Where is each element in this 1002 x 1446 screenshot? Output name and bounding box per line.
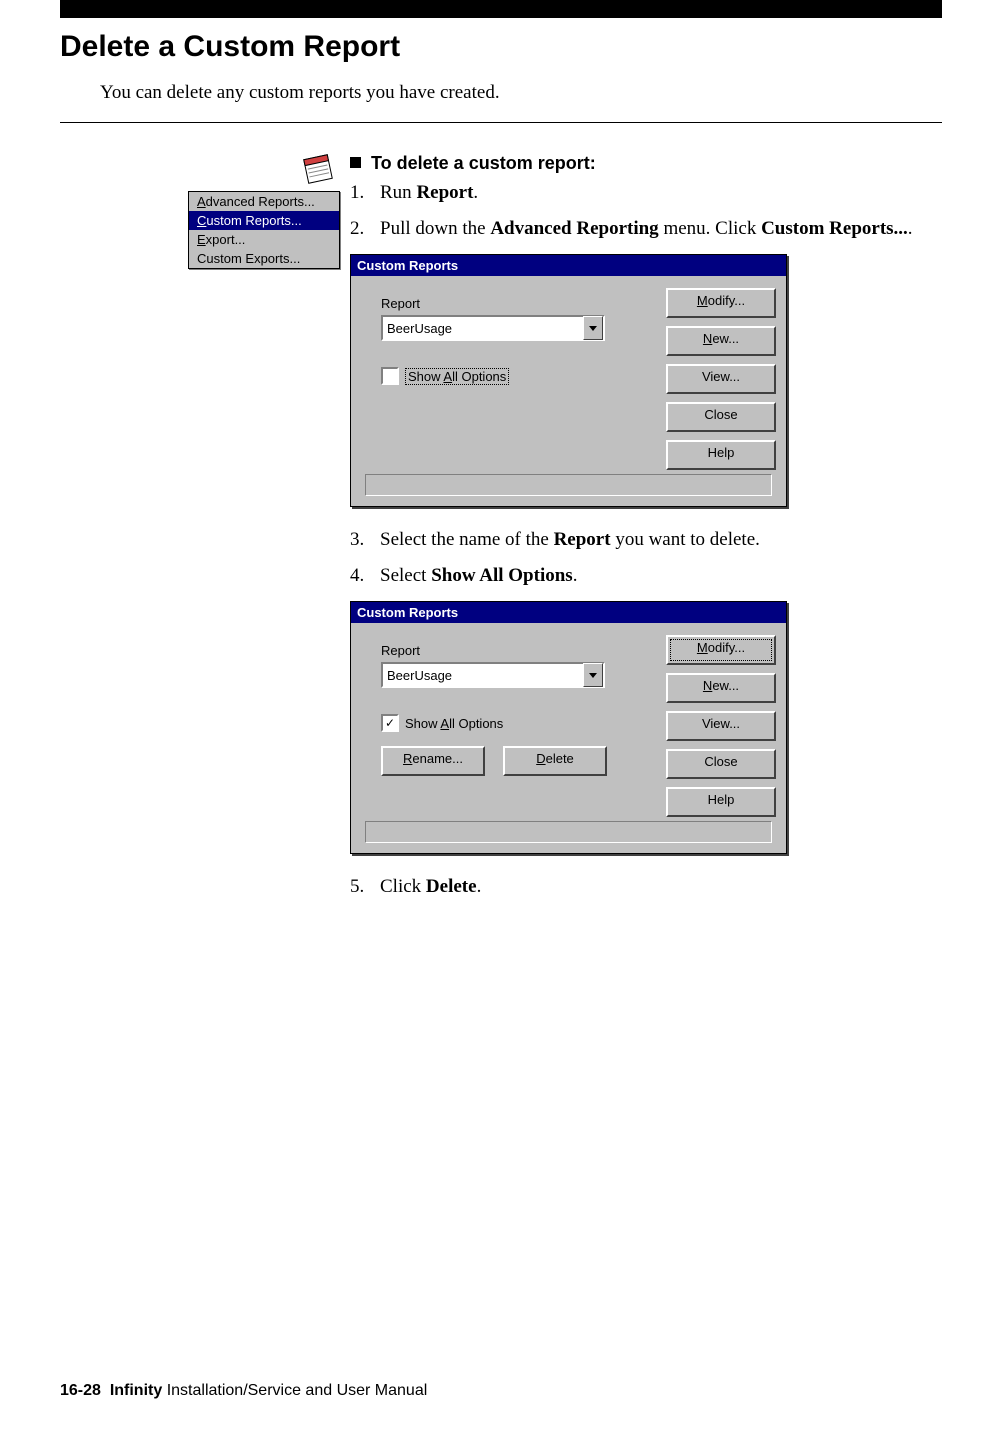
menu-item-advanced-reports[interactable]: Advanced Reports... <box>189 192 339 211</box>
help-button[interactable]: Help <box>666 440 776 470</box>
step-number: 5. <box>350 876 380 898</box>
chevron-down-icon <box>589 673 597 678</box>
footer-product: Infinity <box>110 1382 162 1399</box>
step-text: Run Report. <box>380 182 942 204</box>
dialog-status-bar <box>365 821 772 843</box>
step-number: 2. <box>350 218 380 240</box>
step-number: 1. <box>350 182 380 204</box>
close-button[interactable]: Close <box>666 749 776 779</box>
notes-icon <box>300 153 336 185</box>
close-button[interactable]: Close <box>666 402 776 432</box>
dialog-titlebar: Custom Reports <box>351 255 786 276</box>
view-button[interactable]: View... <box>666 711 776 741</box>
header-black-bar <box>60 0 942 18</box>
step-4: 4. Select Show All Options. <box>350 565 942 587</box>
show-all-options-label: Show All Options <box>405 716 503 731</box>
report-combo[interactable]: BeerUsage <box>381 315 605 341</box>
new-button[interactable]: New... <box>666 673 776 703</box>
combo-dropdown-button[interactable] <box>583 316 603 340</box>
step-number: 4. <box>350 565 380 587</box>
view-button[interactable]: View... <box>666 364 776 394</box>
dialog-titlebar: Custom Reports <box>351 602 786 623</box>
menu-item-label: dvanced Reports... <box>206 194 315 209</box>
dialog-status-bar <box>365 474 772 496</box>
menu-item-custom-reports[interactable]: Custom Reports... <box>189 211 339 230</box>
new-button[interactable]: New... <box>666 326 776 356</box>
report-label: Report <box>381 643 652 658</box>
modify-button[interactable]: Modify... <box>666 635 776 665</box>
modify-button[interactable]: Modify... <box>666 288 776 318</box>
delete-button[interactable]: Delete <box>503 746 607 776</box>
custom-reports-dialog-2: Custom Reports Report BeerUsage ✓ Show A… <box>350 601 787 854</box>
procedure-heading: To delete a custom report: <box>350 153 942 174</box>
separator-rule <box>60 122 942 123</box>
help-button[interactable]: Help <box>666 787 776 817</box>
step-number: 3. <box>350 529 380 551</box>
report-combo-value: BeerUsage <box>383 321 583 336</box>
report-combo[interactable]: BeerUsage <box>381 662 605 688</box>
combo-dropdown-button[interactable] <box>583 663 603 687</box>
show-all-options-checkbox[interactable]: ✓ <box>381 714 399 732</box>
step-1: 1. Run Report. <box>350 182 942 204</box>
step-text: Pull down the Advanced Reporting menu. C… <box>380 218 942 240</box>
menu-item-label: xport... <box>206 232 246 247</box>
procedure-heading-text: To delete a custom report: <box>371 153 596 173</box>
intro-text: You can delete any custom reports you ha… <box>100 82 942 104</box>
show-all-options-checkbox[interactable] <box>381 367 399 385</box>
step-text: Select Show All Options. <box>380 565 942 587</box>
custom-reports-dialog-1: Custom Reports Report BeerUsage Show All… <box>350 254 787 507</box>
step-3: 3. Select the name of the Report you wan… <box>350 529 942 551</box>
report-label: Report <box>381 296 652 311</box>
menu-item-label: Custom Exports... <box>197 251 300 266</box>
show-all-options-label: Show All Options <box>405 368 509 385</box>
step-5: 5. Click Delete. <box>350 876 942 898</box>
rename-button[interactable]: Rename... <box>381 746 485 776</box>
page-footer: 16-28 Infinity Installation/Service and … <box>60 1382 427 1400</box>
menu-item-custom-exports[interactable]: Custom Exports... <box>189 249 339 268</box>
chevron-down-icon <box>589 326 597 331</box>
step-text: Select the name of the Report you want t… <box>380 529 942 551</box>
report-combo-value: BeerUsage <box>383 668 583 683</box>
menu-item-label: ustom Reports... <box>206 213 301 228</box>
footer-rest: Installation/Service and User Manual <box>162 1382 427 1399</box>
step-text: Click Delete. <box>380 876 942 898</box>
square-bullet-icon <box>350 157 361 168</box>
menu-item-export[interactable]: Export... <box>189 230 339 249</box>
page-title: Delete a Custom Report <box>60 30 942 64</box>
step-2: 2. Pull down the Advanced Reporting menu… <box>350 218 942 240</box>
footer-page-number: 16-28 <box>60 1382 101 1399</box>
advanced-reporting-menu: Advanced Reports... Custom Reports... Ex… <box>188 191 340 269</box>
